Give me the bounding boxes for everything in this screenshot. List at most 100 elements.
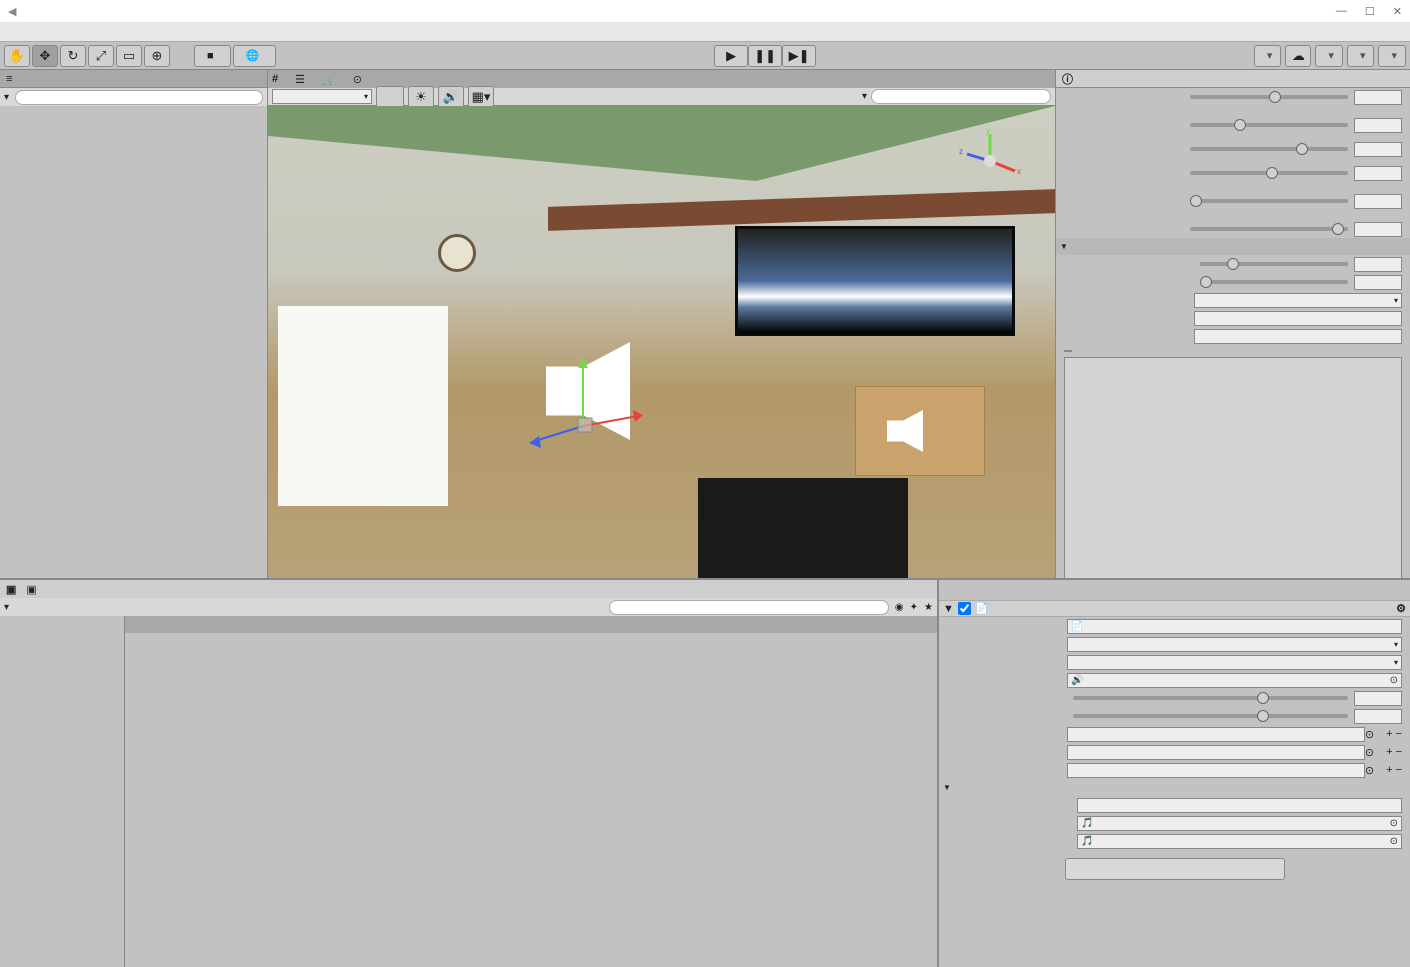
maximize-icon[interactable]: ☐ (1365, 5, 1375, 18)
on-play-field[interactable] (1067, 727, 1365, 742)
tab-asset-store[interactable]: 🛒 (322, 73, 339, 86)
layers-button[interactable] (1347, 45, 1375, 67)
doppler-input[interactable] (1354, 257, 1402, 272)
clips-size-input[interactable] (1077, 798, 1402, 813)
project-folder-tree[interactable] (0, 616, 125, 967)
tab-animation[interactable]: ⊙ (353, 73, 365, 86)
project-create[interactable]: ▾ (4, 602, 9, 613)
pitch-slider[interactable] (1190, 147, 1348, 151)
layout-button[interactable] (1378, 45, 1406, 67)
global-button[interactable]: 🌐 (233, 45, 277, 67)
scale-tool[interactable]: ⤢ (88, 45, 114, 67)
gizmos-dropdown[interactable]: ▾ (862, 91, 867, 102)
tab-console[interactable]: ▣ (26, 583, 36, 596)
svg-text:x: x (1017, 167, 1021, 176)
move-tool[interactable]: ✥ (32, 45, 58, 67)
inspector-panel: ⓘ ▼ (1055, 70, 1410, 578)
rotate-tool[interactable]: ↻ (60, 45, 86, 67)
hand-tool[interactable]: ✋ (4, 45, 30, 67)
svg-text:y: y (986, 126, 990, 135)
add-component-button[interactable] (1065, 858, 1285, 880)
pause-button[interactable]: ❚❚ (748, 45, 782, 67)
tab-game[interactable]: ☰ (295, 73, 308, 86)
on-stop-field[interactable] (1067, 745, 1365, 760)
hierarchy-tab[interactable]: ≡ (0, 70, 267, 88)
min-pitch-slider[interactable] (1073, 696, 1348, 700)
playback-order-dropdown[interactable] (1067, 637, 1402, 652)
unity-logo-icon: ◀ (8, 5, 16, 18)
priority-slider[interactable] (1190, 95, 1348, 99)
project-search[interactable] (609, 600, 889, 615)
element0-field[interactable]: 🎵⊙ (1077, 816, 1402, 831)
step-button[interactable]: ▶❚ (782, 45, 816, 67)
filter2-icon[interactable]: ✦ (910, 602, 918, 613)
rect-tool[interactable]: ▭ (116, 45, 142, 67)
max-pitch-input[interactable] (1354, 709, 1402, 724)
source-field[interactable]: 🔊⊙ (1067, 673, 1402, 688)
pitch-input[interactable] (1354, 142, 1402, 157)
lighting-toggle[interactable]: ☀ (408, 86, 434, 108)
rolloff-chart[interactable] (1064, 357, 1402, 578)
reverb-slider[interactable] (1190, 227, 1348, 231)
tab-scene[interactable]: # (272, 73, 281, 85)
hierarchy-create[interactable]: ▾ (4, 92, 9, 103)
stereo-input[interactable] (1354, 166, 1402, 181)
fx-toggle[interactable]: ▦▾ (468, 86, 494, 108)
element1-field[interactable]: 🎵⊙ (1077, 834, 1402, 849)
priority-input[interactable] (1354, 90, 1402, 105)
spatial-input[interactable] (1354, 194, 1402, 209)
scene-sofa (698, 478, 908, 578)
inspector-tab[interactable]: ⓘ (1056, 70, 1410, 88)
cloud-icon[interactable]: ☁ (1285, 45, 1311, 67)
tab-project[interactable]: ▣ (6, 583, 16, 596)
filter-icon[interactable]: ◉ (895, 602, 904, 613)
3d-sound-header[interactable]: ▼ (1056, 238, 1410, 255)
volume-input[interactable] (1354, 118, 1402, 133)
min-pitch-input[interactable] (1354, 691, 1402, 706)
audio-toggle[interactable]: 🔊 (438, 86, 464, 108)
on-change-field[interactable] (1067, 763, 1365, 778)
volume-slider[interactable] (1190, 123, 1348, 127)
orientation-gizmo-icon[interactable]: y x z (955, 126, 1025, 196)
playback-style-dropdown[interactable] (1067, 655, 1402, 670)
scene-search[interactable] (871, 89, 1051, 104)
maxdist-input[interactable] (1194, 329, 1402, 344)
window-titlebar: ◀ — ☐ ✕ (0, 0, 1410, 22)
close-icon[interactable]: ✕ (1393, 5, 1402, 18)
scene-whiteboard (278, 306, 448, 506)
max-pitch-slider[interactable] (1073, 714, 1348, 718)
reverb-input[interactable] (1354, 222, 1402, 237)
clips-header[interactable]: ▼ (939, 779, 1410, 796)
mode-2d[interactable] (376, 86, 404, 108)
hierarchy-search[interactable] (15, 90, 263, 105)
vrc-audiobank-header[interactable]: ▼📄 ⚙ (939, 600, 1410, 617)
hierarchy-tree[interactable] (0, 106, 267, 578)
account-button[interactable] (1315, 45, 1343, 67)
listener-badge (1064, 350, 1072, 352)
save-search-icon[interactable]: ★ (924, 602, 933, 613)
play-button[interactable]: ▶ (714, 45, 748, 67)
project-panel: ▣ ▣ ▾ ◉ ✦ ★ (0, 580, 938, 967)
scene-clock (438, 234, 476, 272)
transform-tool[interactable]: ⊕ (144, 45, 170, 67)
script-field[interactable]: 📄 (1067, 619, 1402, 634)
spread-input[interactable] (1354, 275, 1402, 290)
doppler-slider[interactable] (1200, 262, 1348, 266)
assets-grid[interactable] (125, 633, 937, 967)
collab-button[interactable] (1254, 45, 1282, 67)
move-gizmo-icon[interactable] (523, 346, 643, 466)
stereo-slider[interactable] (1190, 171, 1348, 175)
spatial-slider[interactable] (1190, 199, 1348, 203)
main-menubar (0, 22, 1410, 42)
minimize-icon[interactable]: — (1336, 5, 1347, 18)
project-breadcrumb[interactable] (125, 616, 937, 633)
shaded-dropdown[interactable] (272, 89, 372, 104)
rolloff-dropdown[interactable] (1194, 293, 1402, 308)
pivot-button[interactable]: ■ (194, 45, 231, 67)
mindist-input[interactable] (1194, 311, 1402, 326)
spread-slider[interactable] (1200, 280, 1348, 284)
scene-tv (735, 226, 1015, 336)
scene-viewport[interactable]: y x z (268, 106, 1055, 578)
component-gear-icon[interactable]: ⚙ (1396, 602, 1406, 615)
vrc-enabled-checkbox[interactable] (958, 602, 971, 615)
